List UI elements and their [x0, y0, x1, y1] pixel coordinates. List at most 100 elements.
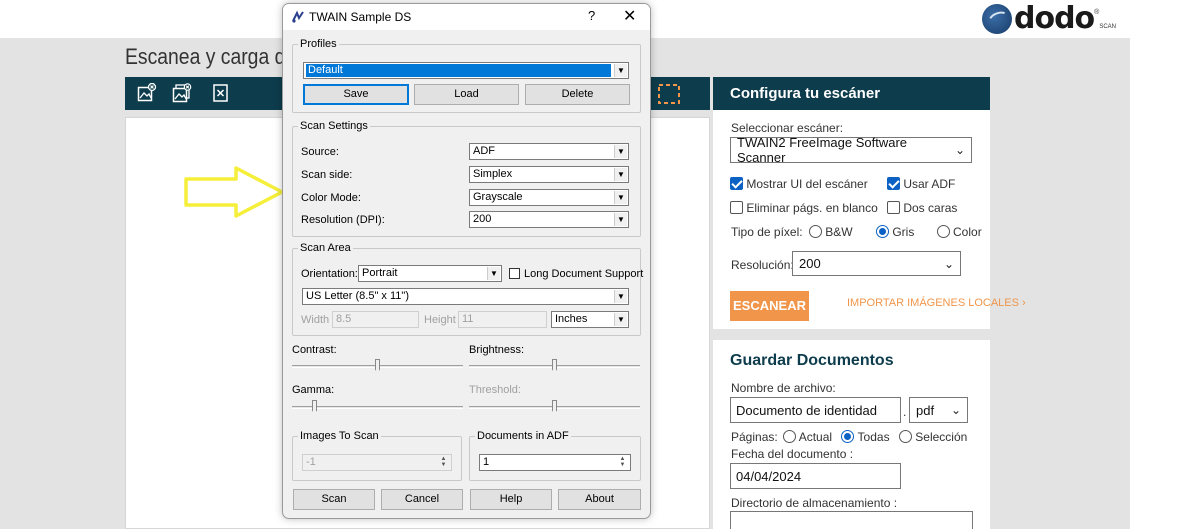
profile-load-button[interactable]: Load — [414, 84, 519, 105]
images-to-scan-spinner[interactable]: -1 ▲ ▼ — [302, 454, 452, 471]
dialog-help-button[interactable]: ? — [588, 8, 595, 23]
height-field[interactable]: 11 — [458, 311, 547, 328]
color-mode-combo-value: Grayscale — [473, 191, 523, 203]
duplex-option[interactable]: Dos caras — [887, 201, 957, 215]
contrast-slider[interactable] — [292, 357, 463, 377]
pixel-bw-label: B&W — [825, 225, 853, 239]
brightness-slider[interactable] — [469, 357, 640, 377]
use-adf-option[interactable]: Usar ADF — [887, 177, 955, 191]
scanner-select[interactable]: TWAIN2 FreeImage Software Scanner ⌄ — [730, 135, 972, 165]
combo-arrow-icon: ▼ — [614, 191, 627, 204]
dialog-cancel-button[interactable]: Cancel — [381, 489, 463, 510]
pages-current-radio[interactable] — [783, 430, 797, 443]
delete-image-icon[interactable] — [211, 83, 231, 103]
logo-word: dodo — [1014, 1, 1095, 36]
pixel-option-bw[interactable]: B&W — [808, 225, 853, 239]
resolution-dpi-label: Resolution (DPI): — [301, 214, 385, 226]
storage-dir-input[interactable] — [730, 511, 973, 529]
resolution-select[interactable]: 200 ⌄ — [792, 251, 961, 276]
pixel-type-label: Tipo de píxel: — [731, 225, 803, 239]
extension-dot: . — [903, 405, 907, 419]
pages-option-selection[interactable]: Selección — [898, 430, 968, 444]
long-document-checkbox[interactable] — [509, 268, 520, 279]
orientation-combo-value: Portrait — [362, 267, 398, 279]
documents-in-adf-value: 1 — [483, 456, 490, 468]
color-mode-combo[interactable]: Grayscale ▼ — [469, 189, 629, 206]
units-combo-value: Inches — [555, 313, 588, 325]
pages-selection-label: Selección — [915, 430, 968, 444]
show-ui-checkbox[interactable] — [730, 177, 743, 190]
threshold-thumb[interactable] — [552, 400, 557, 414]
paper-size-combo[interactable]: US Letter (8.5" x 11") ▼ — [302, 288, 629, 305]
resolution-dpi-combo-value: 200 — [473, 213, 492, 225]
dialog-about-button[interactable]: About — [558, 489, 641, 510]
gamma-thumb[interactable] — [312, 400, 317, 414]
scan-side-combo[interactable]: Simplex ▼ — [469, 166, 629, 183]
format-select[interactable]: pdf ⌄ — [909, 397, 968, 423]
pixel-color-label: Color — [953, 225, 982, 239]
remove-blank-checkbox[interactable] — [730, 201, 743, 214]
spin-arrows-icon: ▲ ▼ — [619, 456, 626, 468]
multi-image-icon[interactable] — [172, 83, 192, 103]
orientation-combo[interactable]: Portrait ▼ — [358, 265, 502, 282]
filename-label: Nombre de archivo: — [731, 381, 836, 395]
format-select-value: pdf — [916, 402, 935, 418]
import-local-images-link[interactable]: IMPORTAR IMÁGENES LOCALES › — [847, 297, 1026, 309]
dodo-logo: dodo ® SCAN — [982, 2, 1132, 36]
source-combo-value: ADF — [473, 145, 495, 157]
pages-all-radio[interactable] — [841, 430, 855, 443]
images-to-scan-legend: Images To Scan — [300, 430, 379, 442]
contrast-thumb[interactable] — [375, 359, 380, 373]
scanner-select-value: TWAIN2 FreeImage Software Scanner — [737, 135, 908, 165]
dialog-scan-button[interactable]: Scan — [293, 489, 375, 510]
gamma-label: Gamma: — [292, 384, 335, 396]
pixel-color-radio[interactable] — [936, 225, 950, 238]
profile-save-button[interactable]: Save — [303, 84, 409, 105]
remove-blank-option[interactable]: Eliminar págs. en blanco — [730, 201, 878, 215]
profile-delete-button[interactable]: Delete — [525, 84, 630, 105]
dialog-help-bottom-button[interactable]: Help — [470, 489, 552, 510]
profile-combo[interactable]: Default ▼ — [303, 62, 629, 79]
threshold-slider[interactable] — [469, 398, 640, 418]
pages-selection-radio[interactable] — [898, 430, 912, 443]
date-input[interactable]: 04/04/2024 — [730, 463, 901, 489]
width-field[interactable]: 8.5 — [332, 311, 419, 328]
pixel-option-gray[interactable]: Gris — [875, 225, 914, 239]
documents-in-adf-spinner[interactable]: 1 ▲ ▼ — [479, 454, 631, 471]
profile-combo-value: Default — [306, 64, 611, 77]
pages-option-current[interactable]: Actual — [783, 430, 832, 444]
show-ui-option[interactable]: Mostrar UI del escáner — [730, 177, 868, 191]
pages-option-all[interactable]: Todas — [841, 430, 890, 444]
add-image-icon[interactable] — [137, 83, 157, 103]
show-ui-label: Mostrar UI del escáner — [746, 177, 868, 191]
pages-current-label: Actual — [798, 430, 833, 444]
logo-scan: SCAN — [1099, 24, 1117, 30]
page: dodo ® SCAN Escanea y carga doc Configur… — [0, 0, 1180, 529]
pixel-option-color[interactable]: Color — [936, 225, 982, 239]
scan-button[interactable]: ESCANEAR — [730, 291, 809, 321]
brightness-thumb[interactable] — [552, 359, 557, 373]
pages-row: Páginas: Actual Todas Selección — [731, 430, 967, 444]
combo-arrow-icon: ▼ — [614, 168, 627, 181]
spin-arrows-icon: ▲ ▼ — [440, 456, 447, 468]
remove-blank-label: Eliminar págs. en blanco — [746, 201, 878, 215]
pixel-gray-radio[interactable] — [875, 225, 889, 238]
units-combo[interactable]: Inches ▼ — [551, 311, 629, 328]
resolution-dpi-combo[interactable]: 200 ▼ — [469, 211, 629, 228]
scan-area-legend: Scan Area — [300, 242, 351, 254]
filename-input[interactable]: Documento de identidad — [730, 397, 901, 423]
crop-select-icon[interactable] — [657, 82, 681, 106]
combo-arrow-icon: ▼ — [614, 290, 627, 303]
gamma-slider[interactable] — [292, 398, 463, 418]
dialog-title: TWAIN Sample DS — [309, 10, 412, 24]
use-adf-checkbox[interactable] — [887, 177, 900, 190]
source-combo[interactable]: ADF ▼ — [469, 143, 629, 160]
duplex-checkbox[interactable] — [887, 201, 900, 214]
dialog-close-button[interactable]: ✕ — [623, 6, 636, 26]
date-value: 04/04/2024 — [736, 468, 802, 484]
pixel-bw-radio[interactable] — [808, 225, 822, 238]
paper-size-combo-value: US Letter (8.5" x 11") — [306, 290, 409, 302]
pixel-type-row: Tipo de píxel: B&W Gris Color — [731, 225, 982, 239]
scan-side-combo-value: Simplex — [473, 168, 513, 180]
pages-label: Páginas: — [731, 430, 778, 444]
